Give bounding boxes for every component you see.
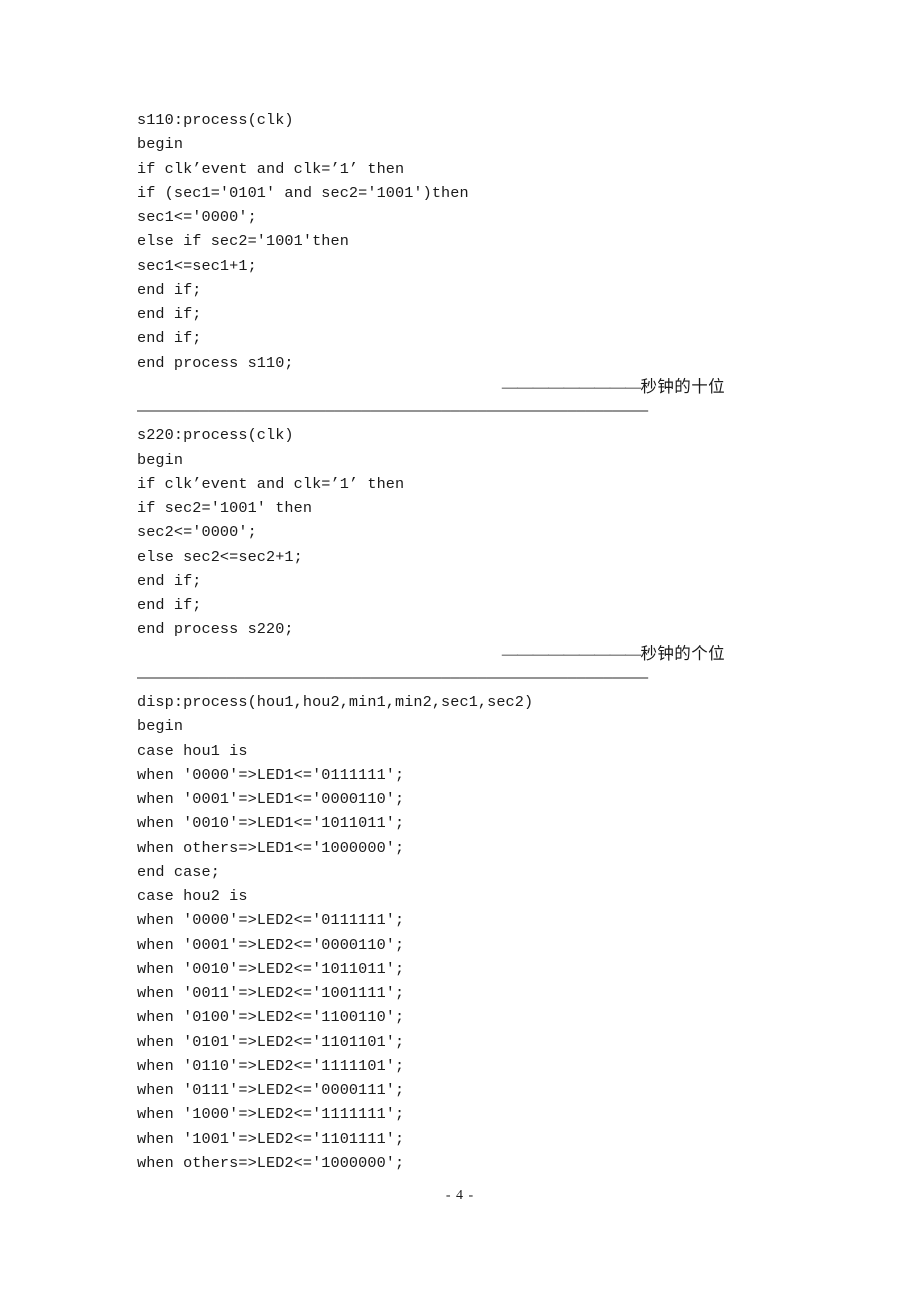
code-line: case hou2 is <box>137 887 248 905</box>
code-line: when ′0001′=>LED2<=′0000110′; <box>137 935 405 954</box>
code-line: end if; <box>137 596 202 614</box>
annotation-leader-dashes: ————————— <box>501 645 641 663</box>
annotation-text: 秒钟的个位 <box>640 643 725 663</box>
code-line: else sec2<=sec2+1; <box>137 547 303 566</box>
code-line: when ′0001′=>LED1<=′0000110′; <box>137 790 405 808</box>
code-line: when ′1000′=>LED2<=′1111111′; <box>137 1105 405 1124</box>
annotation-seconds-units: —————————秒钟的个位 <box>137 642 737 666</box>
code-line: end process s110; <box>137 353 294 372</box>
code-line: s110:process(clk) <box>137 111 294 129</box>
code-line: case hou1 is <box>137 741 248 760</box>
code-line: end if; <box>137 329 202 348</box>
code-line: end process s220; <box>137 620 294 639</box>
code-line: else if sec2=′1001′then <box>137 232 349 251</box>
code-line: when ′0011′=>LED2<=′1001111′; <box>137 984 405 1002</box>
code-line: begin <box>137 717 184 736</box>
code-line: begin <box>137 450 184 469</box>
code-line: begin <box>137 135 184 154</box>
code-line: sec1<=′0000′; <box>137 208 257 226</box>
code-line: end if; <box>137 305 202 323</box>
code-line: when others=>LED1<=′1000000′; <box>137 838 405 857</box>
code-line: s220:process(clk) <box>137 426 294 445</box>
code-line: end if; <box>137 571 202 590</box>
code-line: when ′0101′=>LED2<=′1101101′; <box>137 1032 405 1051</box>
code-line: end if; <box>137 280 202 299</box>
annotation-seconds-tens: —————————秒钟的十位 <box>137 375 737 399</box>
code-line: when others=>LED2<=′1000000′; <box>137 1153 405 1172</box>
annotation-leader-dashes: ————————— <box>501 378 641 396</box>
separator-rule-1: ————————————————————————————————————————… <box>137 402 648 420</box>
code-line: sec1<=sec1+1; <box>137 256 257 275</box>
code-line: if (sec1=′0101′ and sec2=′1001′)then <box>137 183 469 202</box>
code-line: when ′0010′=>LED1<=′1011011′; <box>137 814 405 833</box>
code-line: sec2<=′0000′; <box>137 523 257 542</box>
code-line: if sec2=′1001′ then <box>137 499 313 517</box>
code-line: when ′1001′=>LED2<=′1101111′; <box>137 1129 405 1148</box>
annotation-text: 秒钟的十位 <box>640 376 725 396</box>
code-line: if clk’event and clk=’1’ then <box>137 474 405 493</box>
code-line: when ′0100′=>LED2<=′1100110′; <box>137 1008 405 1027</box>
page-number: - 4 - <box>445 1188 475 1203</box>
code-line: when ′0010′=>LED2<=′1011011′; <box>137 959 405 978</box>
code-line: disp:process(hou1,hou2,min1,min2,sec1,se… <box>137 693 534 711</box>
document-page: s110:process(clk) begin if clk’event and c… <box>0 0 920 1302</box>
separator-rule-2: ————————————————————————————————————————… <box>137 668 648 687</box>
code-line: if clk’event and clk=’1’ then <box>137 159 405 178</box>
code-line: when ′0000′=>LED1<=′0111111′; <box>137 765 405 784</box>
code-line: when ′0110′=>LED2<=′1111101′; <box>137 1056 405 1075</box>
code-line: end case; <box>137 862 220 881</box>
code-line: when ′0000′=>LED2<=′0111111′; <box>137 911 405 930</box>
code-line: when ′0111′=>LED2<=′0000111′; <box>137 1081 405 1099</box>
document-body: s110:process(clk) begin if clk’event and c… <box>137 108 737 1175</box>
